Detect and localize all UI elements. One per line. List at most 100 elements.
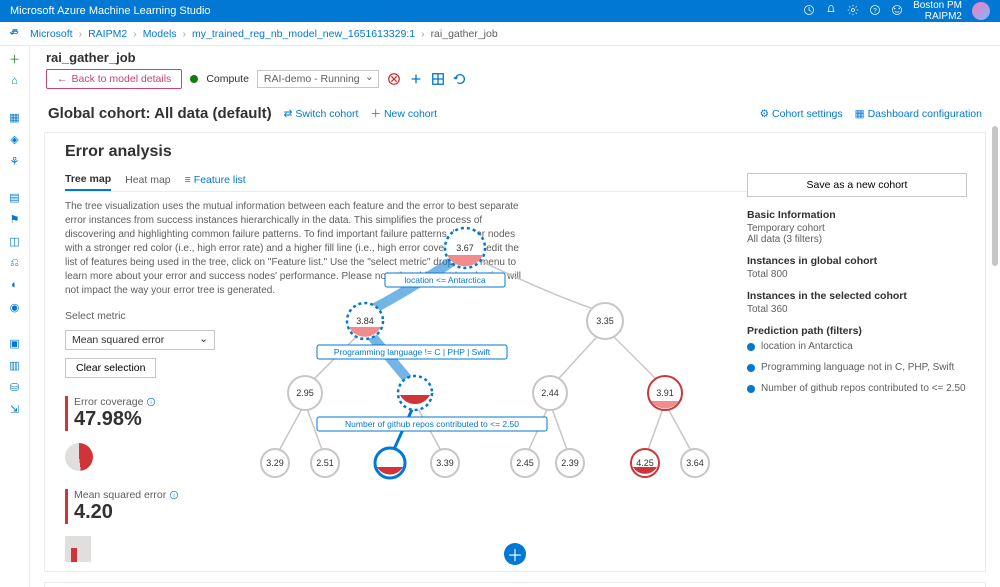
add-fab-button[interactable]: ＋ xyxy=(504,543,526,565)
tab-treemap[interactable]: Tree map xyxy=(65,169,111,191)
metric-label: Select metric xyxy=(65,310,245,322)
stop-icon[interactable] xyxy=(387,72,401,86)
svg-text:Number of github repos contrib: Number of github repos contributed to <=… xyxy=(345,419,519,429)
breadcrumb: ≡ Microsoft› RAIPM2› Models› my_trained_… xyxy=(0,22,1000,46)
info-icon[interactable]: i xyxy=(169,490,179,500)
breadcrumb-item[interactable]: Microsoft xyxy=(30,28,73,40)
cohort-title: Global cohort: All data (default) xyxy=(48,105,272,122)
compute-icon[interactable]: ▥ xyxy=(8,358,22,372)
panel-title: Error analysis xyxy=(65,143,965,161)
dashboard-config-button[interactable]: ▦Dashboard configuration xyxy=(855,108,982,120)
error-tree[interactable]: 3.67 location <= Antarctica 3.84 3.35 Pr… xyxy=(245,223,745,543)
basic-info-header: Basic Information xyxy=(747,209,967,221)
error-coverage-pie xyxy=(65,443,93,471)
model-overview-panel: Model overview xyxy=(44,582,986,587)
save-cohort-button[interactable]: Save as a new cohort xyxy=(747,173,967,197)
svg-text:2.95: 2.95 xyxy=(296,388,314,398)
plus-icon: ＋ xyxy=(370,106,381,121)
svg-text:2.44: 2.44 xyxy=(541,388,559,398)
tab-heatmap[interactable]: Heat map xyxy=(125,170,171,190)
selected-instances-header: Instances in the selected cohort xyxy=(747,290,967,302)
list-icon: ≡ xyxy=(185,174,191,186)
layout-icon: ▦ xyxy=(855,108,865,120)
svg-text:3.91: 3.91 xyxy=(656,388,674,398)
grid-icon[interactable] xyxy=(431,72,445,86)
models-icon[interactable]: ◉ xyxy=(8,300,22,314)
svg-text:2.51: 2.51 xyxy=(316,458,334,468)
svg-text:3.64: 3.64 xyxy=(686,458,704,468)
svg-text:3.67: 3.67 xyxy=(456,243,474,253)
mse-bar xyxy=(65,536,91,562)
gear-icon: ⚙ xyxy=(760,108,769,120)
compute-status-dot xyxy=(190,75,198,83)
breadcrumb-item[interactable]: RAIPM2 xyxy=(88,28,127,40)
compute-select[interactable]: RAI-demo - Running xyxy=(257,70,379,88)
global-instances-header: Instances in global cohort xyxy=(747,255,967,267)
feedback-icon[interactable] xyxy=(891,4,903,19)
new-cohort-button[interactable]: ＋New cohort xyxy=(370,106,437,121)
svg-text:3.84: 3.84 xyxy=(356,316,374,326)
linked-icon[interactable]: ⇲ xyxy=(8,402,22,416)
back-to-model-button[interactable]: ← Back to model details xyxy=(46,69,182,89)
svg-text:4.25: 4.25 xyxy=(636,458,654,468)
svg-text:3.39: 3.39 xyxy=(436,458,454,468)
clock-icon[interactable] xyxy=(803,4,815,19)
svg-text:2.45: 2.45 xyxy=(516,458,534,468)
svg-text:3.35: 3.35 xyxy=(596,316,614,326)
cohort-settings-button[interactable]: ⚙Cohort settings xyxy=(760,108,843,120)
prediction-path-header: Prediction path (filters) xyxy=(747,325,967,337)
compute-label: Compute xyxy=(206,73,249,85)
switch-cohort-button[interactable]: ⇄Switch cohort xyxy=(284,108,359,120)
refresh-icon[interactable] xyxy=(453,72,467,86)
datastores-icon[interactable]: ⛁ xyxy=(8,380,22,394)
components-icon[interactable]: ◫ xyxy=(8,234,22,248)
error-coverage-value: 47.98% xyxy=(74,408,245,431)
error-analysis-panel: Error analysis Tree map Heat map ≡Featur… xyxy=(44,132,986,572)
notebook-icon[interactable]: ▦ xyxy=(8,110,22,124)
svg-text:i: i xyxy=(151,400,152,406)
data-icon[interactable]: ▤ xyxy=(8,190,22,204)
mse-value: 4.20 xyxy=(74,501,245,524)
endpoints-icon[interactable]: ▣ xyxy=(8,336,22,350)
designer-icon[interactable]: ⚘ xyxy=(8,154,22,168)
clear-selection-button[interactable]: Clear selection xyxy=(65,358,156,378)
svg-text:Programming language != C | PH: Programming language != C | PHP | Swift xyxy=(334,347,491,357)
switch-icon: ⇄ xyxy=(284,108,293,120)
add-icon[interactable] xyxy=(409,72,423,86)
pred-filter-item: location in Antarctica xyxy=(747,341,967,352)
svg-text:3.29: 3.29 xyxy=(266,458,284,468)
environments-icon[interactable]: ◐ xyxy=(8,278,22,292)
svg-text:location <= Antarctica: location <= Antarctica xyxy=(404,275,486,285)
error-coverage-label: Error coveragei xyxy=(74,396,245,408)
pred-filter-item: Programming language not in C, PHP, Swif… xyxy=(747,362,967,373)
scrollbar[interactable] xyxy=(992,126,998,266)
breadcrumb-item[interactable]: Models xyxy=(143,28,177,40)
svg-text:?: ? xyxy=(873,8,877,14)
breadcrumb-current: rai_gather_job xyxy=(431,28,498,40)
help-icon[interactable]: ? xyxy=(869,4,881,19)
mse-label: Mean squared errori xyxy=(74,489,245,501)
svg-text:2.39: 2.39 xyxy=(561,458,579,468)
automl-icon[interactable]: ◈ xyxy=(8,132,22,146)
gear-icon[interactable] xyxy=(847,4,859,19)
info-icon[interactable]: i xyxy=(146,397,156,407)
tab-featurelist[interactable]: ≡Feature list xyxy=(185,170,246,190)
job-title: rai_gather_job xyxy=(46,50,984,65)
bell-icon[interactable] xyxy=(825,4,837,19)
pred-filter-item: Number of github repos contributed to <=… xyxy=(747,383,967,394)
jobs-icon[interactable]: ⚑ xyxy=(8,212,22,226)
arrow-left-icon: ← xyxy=(57,73,68,85)
svg-text:4.20: 4.20 xyxy=(381,458,399,468)
home-icon[interactable]: ⌂ xyxy=(8,74,22,88)
plus-icon[interactable]: ＋ xyxy=(8,52,22,66)
back-icon[interactable]: ↶ xyxy=(7,26,21,40)
account-info[interactable]: Boston PM RAIPM2 xyxy=(913,0,962,22)
app-title: Microsoft Azure Machine Learning Studio xyxy=(10,5,211,17)
left-rail: ↶ ＋ ⌂ ▦ ◈ ⚘ ▤ ⚑ ◫ ⎌ ◐ ◉ ▣ ▥ ⛁ ⇲ xyxy=(0,46,30,587)
metric-select[interactable]: Mean squared error xyxy=(65,330,215,350)
avatar[interactable] xyxy=(972,2,990,20)
pipelines-icon[interactable]: ⎌ xyxy=(8,256,22,270)
svg-text:i: i xyxy=(174,493,175,499)
breadcrumb-item[interactable]: my_trained_reg_nb_model_new_1651613329:1 xyxy=(192,28,415,40)
cohort-sidebar: Save as a new cohort Basic Information T… xyxy=(747,173,967,404)
